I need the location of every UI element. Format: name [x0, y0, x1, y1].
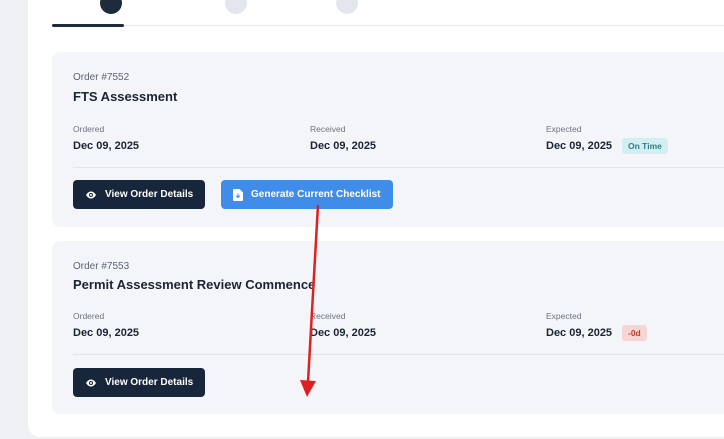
annotation-arrow-shaft	[306, 204, 320, 383]
annotation-arrow	[300, 204, 320, 397]
annotation-arrow-head	[300, 380, 316, 397]
